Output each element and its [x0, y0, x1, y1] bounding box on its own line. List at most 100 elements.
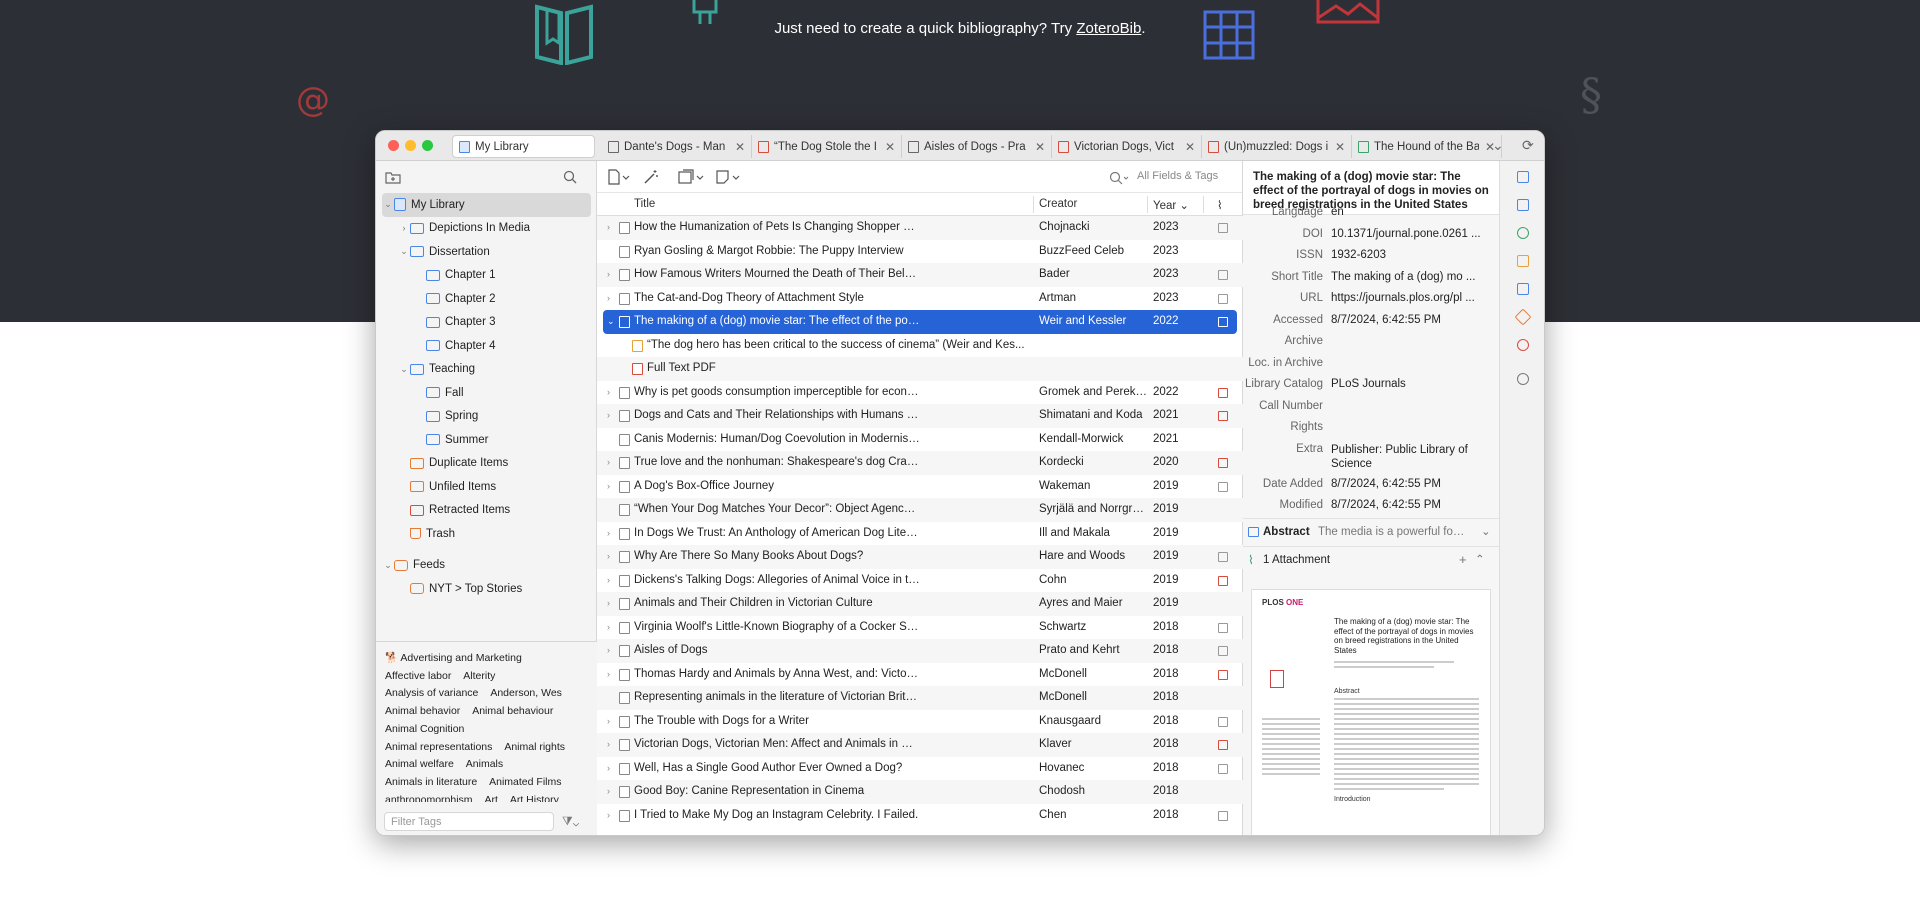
chevron-down-icon[interactable]: ⌄ — [1481, 524, 1491, 538]
item-row[interactable]: › Virginia Woolf's Little-Known Biography… — [597, 616, 1243, 640]
twisty-icon[interactable]: › — [607, 575, 617, 585]
search-icon[interactable] — [563, 170, 577, 184]
collection-row[interactable]: Chapter 4 — [376, 334, 597, 358]
item-row[interactable]: › Aisles of Dogs Prato and Kehrt 2018 — [597, 639, 1243, 663]
tag-item[interactable]: Animal Cognition — [385, 721, 464, 739]
tag-item[interactable]: Analysis of variance — [385, 685, 478, 703]
collection-row[interactable]: Fall — [376, 381, 597, 405]
tag-item[interactable]: 🐕 Advertising and Marketing — [385, 650, 522, 668]
snapshot-attachment-icon[interactable] — [1218, 481, 1228, 492]
item-row[interactable]: › A Dog's Box-Office Journey Wakeman 2019 — [597, 475, 1243, 499]
tags-icon[interactable] — [1514, 308, 1532, 326]
attachments-section[interactable]: ⌇ 1 Attachment + ⌃ — [1243, 545, 1499, 574]
field-value[interactable]: 8/7/2024, 6:42:55 PM — [1331, 478, 1491, 490]
item-row[interactable]: › The Trouble with Dogs for a Writer Knaus… — [597, 710, 1243, 734]
field-value[interactable]: 10.1371/journal.pone.0261 ... — [1331, 228, 1491, 240]
field-value[interactable]: https://journals.plos.org/pl ... — [1331, 292, 1491, 304]
item-row[interactable]: › Animals and Their Children in Victorian… — [597, 592, 1243, 616]
snapshot-attachment-icon[interactable] — [1218, 223, 1228, 233]
title-column-header[interactable]: Title — [634, 198, 655, 210]
sync-icon[interactable]: ⟳ — [1522, 137, 1534, 154]
field-value[interactable]: The making of a (dog) mo ... — [1331, 271, 1491, 283]
add-attachment-icon[interactable] — [677, 169, 705, 185]
tab-victorian-dogs[interactable]: Victorian Dogs, Vict ✕ — [1052, 135, 1202, 158]
collection-row[interactable]: Chapter 3 — [376, 311, 597, 335]
attachments-icon[interactable] — [1517, 227, 1529, 239]
collection-row[interactable]: Duplicate Items — [376, 452, 597, 476]
close-icon[interactable]: ✕ — [1035, 140, 1045, 154]
zoom-window-button[interactable] — [422, 140, 433, 151]
attachment-row[interactable]: Full Text PDF — [597, 357, 1243, 381]
field-value[interactable]: 1932-6203 — [1331, 249, 1491, 261]
field-value[interactable]: 8/7/2024, 6:42:55 PM — [1331, 499, 1491, 511]
collection-row[interactable]: NYT > Top Stories — [376, 577, 597, 601]
item-row[interactable]: “When Your Dog Matches Your Decor”: Obje… — [597, 498, 1243, 522]
snapshot-attachment-icon[interactable] — [1218, 810, 1228, 821]
new-item-icon[interactable] — [607, 169, 631, 185]
tab-dog-stole[interactable]: “The Dog Stole the I ✕ — [752, 135, 902, 158]
twisty-icon[interactable]: ⌄ — [607, 316, 617, 327]
item-row[interactable]: › Thomas Hardy and Animals by Anna West, … — [597, 663, 1243, 687]
snapshot-attachment-icon[interactable] — [1218, 622, 1228, 633]
close-icon[interactable]: ✕ — [1185, 140, 1195, 154]
tab-dantes-dogs[interactable]: Dante's Dogs - Man ✕ — [602, 135, 752, 158]
snapshot-attachment-icon[interactable] — [1218, 270, 1228, 280]
snapshot-attachment-icon[interactable] — [1218, 716, 1228, 727]
snapshot-attachment-icon[interactable] — [1218, 763, 1228, 774]
abstract-section[interactable]: Abstract The media is a powerful forc...… — [1243, 517, 1499, 546]
collection-row[interactable]: Unfiled Items — [376, 475, 597, 499]
snapshot-attachment-icon[interactable] — [1218, 646, 1228, 656]
collection-row[interactable]: ⌄ Teaching — [376, 358, 597, 382]
item-row[interactable]: › Good Boy: Canine Representation in Cine… — [597, 780, 1243, 804]
new-collection-icon[interactable] — [385, 170, 401, 184]
twisty-icon[interactable]: › — [607, 786, 617, 796]
twisty-icon[interactable]: ⌄ — [398, 364, 410, 375]
tag-item[interactable]: Animals — [466, 756, 503, 774]
collection-row[interactable]: Chapter 1 — [376, 264, 597, 288]
twisty-icon[interactable]: ⌄ — [382, 199, 394, 210]
filter-tags-input[interactable]: Filter Tags — [384, 812, 554, 831]
twisty-icon[interactable]: › — [607, 269, 617, 279]
twisty-icon[interactable]: ⌄ — [398, 246, 410, 257]
tag-item[interactable]: Animal rights — [504, 739, 565, 757]
twisty-icon[interactable]: › — [607, 293, 617, 303]
tag-item[interactable]: Art — [484, 792, 497, 802]
item-row[interactable]: › Why is pet goods consumption impercepti… — [597, 381, 1243, 405]
twisty-icon[interactable]: › — [607, 763, 617, 773]
tag-item[interactable]: Animal behavior — [385, 703, 460, 721]
tag-item[interactable]: Alterity — [463, 668, 495, 686]
tab-hound-of-the-baskervilles[interactable]: The Hound of the Ba ✕ — [1352, 135, 1502, 158]
twisty-icon[interactable]: › — [607, 387, 617, 397]
attachment-preview[interactable]: PLOS ONE The making of a (dog) movie sta… — [1251, 589, 1491, 835]
item-row[interactable]: › I Tried to Make My Dog an Instagram Cel… — [597, 804, 1243, 828]
twisty-icon[interactable]: › — [607, 645, 617, 655]
snapshot-attachment-icon[interactable] — [1218, 552, 1228, 562]
magic-wand-icon[interactable] — [643, 169, 659, 185]
collection-row[interactable]: ⌄ Dissertation — [376, 240, 597, 264]
collection-row[interactable]: ⌄ My Library — [382, 193, 591, 217]
twisty-icon[interactable]: › — [607, 528, 617, 538]
twisty-icon[interactable]: › — [607, 222, 617, 232]
tag-item[interactable]: Art History — [510, 792, 559, 802]
twisty-icon[interactable]: ⌄ — [382, 560, 394, 571]
item-row[interactable]: Representing animals in the literature o… — [597, 686, 1243, 710]
libraries-collections-icon[interactable] — [1517, 283, 1529, 295]
add-attachment-button[interactable]: + — [1459, 552, 1467, 567]
twisty-icon[interactable]: › — [607, 598, 617, 608]
pdf-attachment-icon[interactable] — [1218, 740, 1228, 750]
item-row[interactable]: › True love and the nonhuman: Shakespeare… — [597, 451, 1243, 475]
tag-item[interactable]: Anderson, Wes — [490, 685, 562, 703]
tag-item[interactable]: Animal behaviour — [472, 703, 553, 721]
twisty-icon[interactable]: › — [607, 551, 617, 561]
field-value[interactable]: PLoS Journals — [1331, 378, 1491, 390]
collection-row[interactable]: Summer — [376, 428, 597, 452]
tag-item[interactable]: Animal representations — [385, 739, 492, 757]
search-input[interactable]: All Fields & Tags — [1109, 167, 1249, 187]
item-row[interactable]: › Dickens's Talking Dogs: Allegories of A… — [597, 569, 1243, 593]
twisty-icon[interactable]: › — [607, 810, 617, 820]
close-window-button[interactable] — [388, 140, 399, 151]
tab-my-library[interactable]: My Library — [452, 135, 595, 158]
tab-unmuzzled[interactable]: (Un)muzzled: Dogs i ✕ — [1202, 135, 1352, 158]
pdf-attachment-icon[interactable] — [1218, 575, 1228, 586]
item-row[interactable]: › Dogs and Cats and Their Relationships w… — [597, 404, 1243, 428]
